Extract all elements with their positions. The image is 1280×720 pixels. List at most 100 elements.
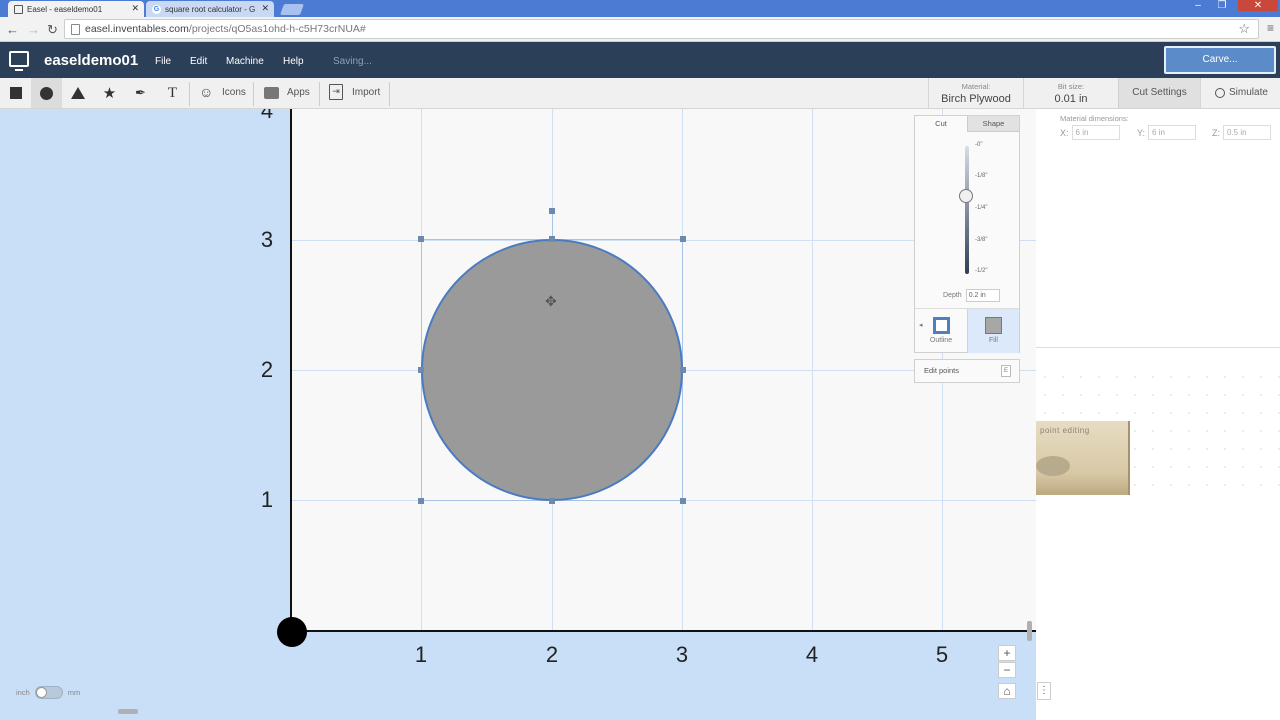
depth-label: Depth (943, 292, 962, 299)
circle-tool[interactable] (31, 78, 62, 108)
rotate-handle[interactable] (549, 208, 555, 214)
maximize-icon[interactable]: ❐ (1212, 0, 1232, 11)
material-panel: Material dimensions: X: 6 in Y: 6 in Z: … (1036, 109, 1280, 720)
menu-file[interactable]: File (155, 56, 171, 67)
carve-button[interactable]: Carve... (1164, 46, 1276, 74)
preview-cut-circle (1036, 456, 1070, 476)
triangle-tool[interactable] (62, 78, 93, 108)
clock-icon (1215, 88, 1225, 98)
close-window-icon[interactable]: ✕ (1238, 0, 1278, 11)
tab-shape[interactable]: Shape (967, 116, 1019, 132)
dim-x-input[interactable]: 6 in (1071, 125, 1120, 140)
depth-input[interactable]: 0.2 in (965, 289, 1000, 302)
menu-help[interactable]: Help (283, 56, 304, 67)
icons-button[interactable]: ☺ Icons (192, 78, 252, 108)
bit-size-selector[interactable]: Bit size: 0.01 in (1023, 78, 1118, 108)
menu-edit[interactable]: Edit (190, 56, 207, 67)
minimize-icon[interactable]: – (1188, 0, 1208, 11)
home-icon[interactable]: ⌂ (998, 683, 1016, 699)
close-tab-icon[interactable]: ✕ (131, 3, 139, 14)
unit-mm-label: mm (67, 688, 81, 697)
google-favicon-icon: G (152, 4, 161, 14)
horizontal-scrollbar[interactable] (118, 709, 138, 714)
unit-switch[interactable] (34, 686, 63, 699)
resize-handle[interactable] (680, 367, 686, 373)
more-options-icon[interactable]: ⋮ (1037, 682, 1051, 700)
cut-settings-button[interactable]: Cut Settings (1118, 78, 1200, 108)
resize-handle[interactable] (418, 498, 424, 504)
square-tool[interactable] (0, 78, 31, 108)
browser-tab-google[interactable]: G square root calculator - G ✕ (146, 1, 274, 17)
reload-icon[interactable]: ↻ (47, 22, 58, 38)
preview-engraving-text: point editing (1040, 426, 1090, 435)
import-label: Import (352, 87, 381, 98)
zoom-out-button[interactable]: − (998, 662, 1016, 678)
depth-mark: -1/2" (975, 268, 988, 274)
resize-handle[interactable] (418, 236, 424, 242)
browser-tab-easel[interactable]: Easel - easeldemo01 ✕ (8, 1, 144, 17)
tab-cut[interactable]: Cut (915, 116, 967, 132)
unit-toggle[interactable]: inch mm (16, 686, 80, 699)
dim-y: Y: 6 in (1137, 125, 1197, 140)
save-status: Saving... (333, 56, 372, 67)
outline-button[interactable]: Outline (915, 309, 967, 353)
x-tick-label: 1 (414, 642, 428, 667)
material-block-preview: point editing (1036, 421, 1130, 495)
y-tick-label: 2 (260, 357, 274, 382)
import-icon: ⇥ (329, 84, 343, 100)
apps-label: Apps (287, 87, 310, 98)
resize-handle[interactable] (680, 236, 686, 242)
menu-machine[interactable]: Machine (226, 56, 264, 67)
dim-z: Z: 0.5 in (1212, 125, 1271, 140)
resize-handle[interactable] (549, 498, 555, 504)
resize-handle[interactable] (680, 498, 686, 504)
y-axis (290, 109, 292, 631)
material-value: Birch Plywood (941, 93, 1011, 105)
edit-points-shortcut: E (1001, 365, 1011, 377)
pen-tool[interactable]: ✒ (125, 78, 156, 108)
text-tool[interactable]: T (157, 78, 188, 108)
edit-points-label: Edit points (924, 366, 960, 375)
y-tick-label: 4 (260, 109, 274, 123)
project-name[interactable]: easeldemo01 (44, 52, 138, 69)
import-button[interactable]: ⇥ Import (322, 78, 388, 108)
depth-mark: -1/8" (975, 173, 988, 179)
back-icon[interactable]: ← (6, 22, 19, 37)
edit-points-button[interactable]: Edit points E (914, 359, 1020, 383)
bit-size-key: Bit size: (1057, 82, 1085, 91)
page-icon (71, 24, 80, 35)
design-canvas[interactable]: 4 3 2 1 1 2 3 4 5 ✥ + − ⌂ inch mm (0, 109, 1036, 720)
dim-z-label: Z: (1212, 127, 1220, 138)
simulate-button[interactable]: Simulate (1200, 78, 1280, 108)
toolbar-divider (253, 82, 254, 106)
easel-logo-icon[interactable] (9, 51, 29, 71)
cut-panel: Cut Shape -0" -1/8" -1/4" -3/8" -1/2" De… (914, 115, 1020, 353)
zoom-in-button[interactable]: + (998, 645, 1016, 661)
url-field[interactable]: easel.inventables.com/projects/qO5as1ohd… (64, 19, 1259, 39)
depth-slider-knob[interactable] (959, 189, 973, 203)
3d-preview[interactable]: point editing (1036, 347, 1280, 720)
address-bar: ← → ↻ easel.inventables.com/projects/qO5… (0, 17, 1280, 42)
circle-icon (40, 86, 53, 100)
star-tool[interactable]: ★ (94, 78, 125, 108)
resize-handle[interactable] (418, 367, 424, 373)
browser-menu-icon[interactable]: ≡ (1267, 21, 1274, 35)
app-header: easeldemo01 File Edit Machine Help Savin… (0, 42, 1280, 78)
material-selector[interactable]: Material: Birch Plywood (928, 78, 1023, 108)
bookmark-star-icon[interactable]: ☆ (1238, 20, 1250, 38)
fill-button[interactable]: Fill (967, 309, 1019, 353)
resize-handle[interactable] (549, 236, 555, 242)
apps-cube-icon (264, 87, 279, 99)
close-tab-icon[interactable]: ✕ (261, 3, 269, 14)
dim-x: X: 6 in (1060, 125, 1120, 140)
apps-button[interactable]: Apps (256, 78, 318, 108)
dim-y-input[interactable]: 6 in (1148, 125, 1197, 140)
vertical-scrollbar[interactable] (1027, 621, 1032, 641)
depth-mark: -0" (975, 142, 983, 148)
circle-shape[interactable] (421, 239, 683, 501)
depth-slider[interactable] (965, 146, 969, 274)
x-tick-label: 3 (675, 642, 689, 667)
new-tab-button[interactable] (279, 4, 305, 15)
dim-z-input[interactable]: 0.5 in (1223, 125, 1271, 140)
forward-icon[interactable]: → (27, 22, 40, 37)
